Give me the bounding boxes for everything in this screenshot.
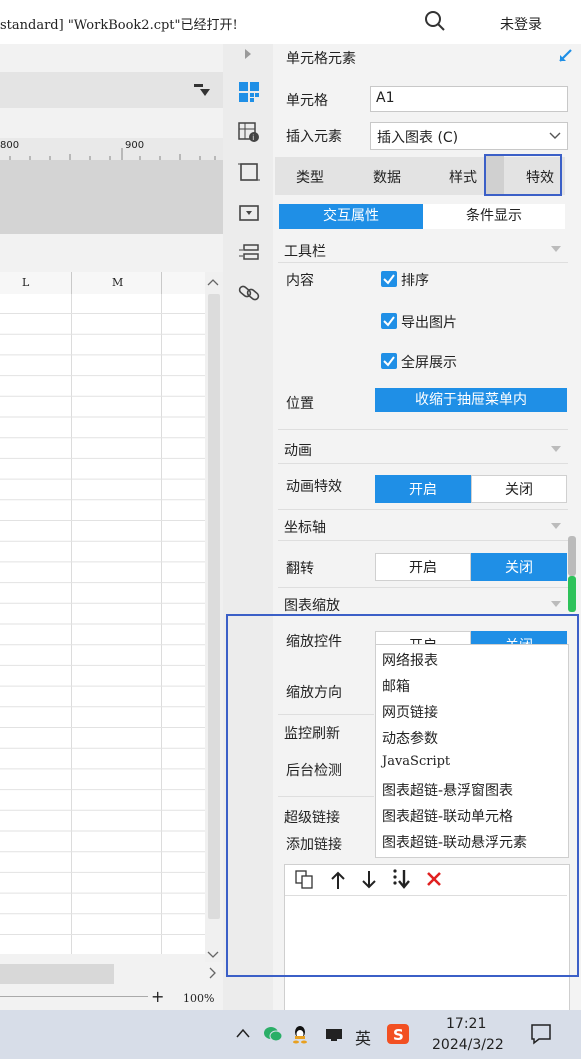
horizontal-scrollbar[interactable] xyxy=(0,964,114,984)
zoom-in-button[interactable]: + xyxy=(151,987,164,1006)
qq-icon[interactable] xyxy=(292,1024,308,1044)
panel-title: 单元格元素 xyxy=(286,51,356,67)
interaction-tab-button[interactable]: 交互属性 xyxy=(279,204,423,229)
section-divider xyxy=(278,587,568,588)
animation-off-button[interactable]: 关闭 xyxy=(471,475,567,503)
widget-icon[interactable] xyxy=(238,202,260,224)
section-divider xyxy=(278,540,568,541)
clock-date[interactable]: 2024/3/22 xyxy=(432,1037,504,1053)
column-header-l[interactable]: L xyxy=(22,276,29,289)
checkbox-export-image-label: 导出图片 xyxy=(401,315,457,331)
tab-type[interactable]: 类型 xyxy=(296,167,324,187)
search-icon[interactable] xyxy=(424,10,446,32)
canvas-area xyxy=(0,160,223,234)
hyperlink-icon[interactable] xyxy=(238,282,260,304)
insert-element-select[interactable]: 插入图表 (C) xyxy=(370,122,568,150)
insert-element-value: 插入图表 (C) xyxy=(377,130,459,146)
collapse-icon[interactable] xyxy=(551,601,561,607)
flip-off-button[interactable]: 关闭 xyxy=(471,553,567,581)
content-label: 内容 xyxy=(286,273,314,289)
scroll-up-icon[interactable] xyxy=(207,278,219,286)
checkbox-fullscreen-label: 全屏展示 xyxy=(401,355,457,371)
section-divider xyxy=(278,509,568,510)
clock-time[interactable]: 17:21 xyxy=(446,1016,486,1032)
form-element-icon[interactable] xyxy=(238,242,260,264)
section-divider xyxy=(278,429,568,430)
collapse-icon[interactable] xyxy=(551,523,561,529)
scroll-down-icon[interactable] xyxy=(207,951,219,959)
report-toolbar xyxy=(0,72,223,108)
zoom-hyperlink-highlight xyxy=(226,614,579,977)
position-label: 位置 xyxy=(286,396,314,412)
condition-display-tab-button[interactable]: 条件显示 xyxy=(423,204,565,229)
network-icon[interactable] xyxy=(325,1028,343,1042)
tab-style[interactable]: 样式 xyxy=(449,167,477,187)
axis-section-title[interactable]: 坐标轴 xyxy=(284,517,326,537)
show-hidden-icons-icon[interactable] xyxy=(236,1028,250,1038)
zoom-slider[interactable] xyxy=(0,996,148,997)
cell-label: 单元格 xyxy=(286,93,328,109)
wechat-icon[interactable] xyxy=(263,1025,283,1043)
ime-language-indicator[interactable]: 英 xyxy=(355,1025,371,1049)
flip-label: 翻转 xyxy=(286,561,314,577)
checkbox-export-image[interactable] xyxy=(381,313,397,329)
collapse-icon[interactable] xyxy=(551,446,561,452)
ruler-mark-900: 900 xyxy=(125,140,145,151)
checkbox-sort[interactable] xyxy=(381,271,397,287)
tab-effects-highlight xyxy=(484,154,562,196)
cell-element-icon[interactable] xyxy=(238,81,260,103)
expand-arrow-icon[interactable] xyxy=(244,48,252,60)
notification-icon[interactable] xyxy=(530,1023,552,1045)
section-divider xyxy=(278,262,568,263)
scroll-right-icon[interactable] xyxy=(209,967,217,979)
pin-icon[interactable] xyxy=(559,48,573,62)
animation-on-button[interactable]: 开启 xyxy=(375,475,471,503)
sogou-input-icon[interactable]: S xyxy=(387,1024,409,1044)
toolbar-section-title[interactable]: 工具栏 xyxy=(284,241,326,261)
window-title: standard] "WorkBook2.cpt"已经打开! xyxy=(0,18,238,33)
svg-text:S: S xyxy=(393,1026,404,1044)
cell-attribute-icon[interactable]: i xyxy=(238,121,260,143)
position-select[interactable]: 收缩于抽屉菜单内 xyxy=(375,388,567,412)
insert-element-label: 插入元素 xyxy=(286,129,342,145)
collapse-icon[interactable] xyxy=(551,246,561,252)
zoom-level: 100% xyxy=(183,992,215,1005)
login-link[interactable]: 未登录 xyxy=(500,14,542,34)
tab-data[interactable]: 数据 xyxy=(373,167,401,187)
border-icon[interactable] xyxy=(238,161,260,183)
chart-zoom-section-title[interactable]: 图表缩放 xyxy=(284,595,340,615)
animation-effect-label: 动画特效 xyxy=(286,479,342,495)
cell-input[interactable]: A1 xyxy=(370,86,568,112)
section-divider xyxy=(278,463,568,464)
svg-text:i: i xyxy=(252,134,254,142)
animation-section-title[interactable]: 动画 xyxy=(284,440,312,460)
checkbox-sort-label: 排序 xyxy=(401,273,429,289)
filter-icon[interactable] xyxy=(194,83,210,97)
checkbox-fullscreen[interactable] xyxy=(381,353,397,369)
cell-grid[interactable] xyxy=(0,294,205,954)
flip-on-button[interactable]: 开启 xyxy=(375,553,471,581)
ruler-mark-800: 800 xyxy=(0,140,20,151)
panel-scroll-thumb[interactable] xyxy=(568,536,576,612)
ruler-ticks xyxy=(9,148,216,160)
vertical-scroll-thumb[interactable] xyxy=(208,294,220,919)
column-header-dividers xyxy=(71,272,162,294)
cell-input-value: A1 xyxy=(376,90,395,106)
chevron-down-icon xyxy=(549,132,561,139)
